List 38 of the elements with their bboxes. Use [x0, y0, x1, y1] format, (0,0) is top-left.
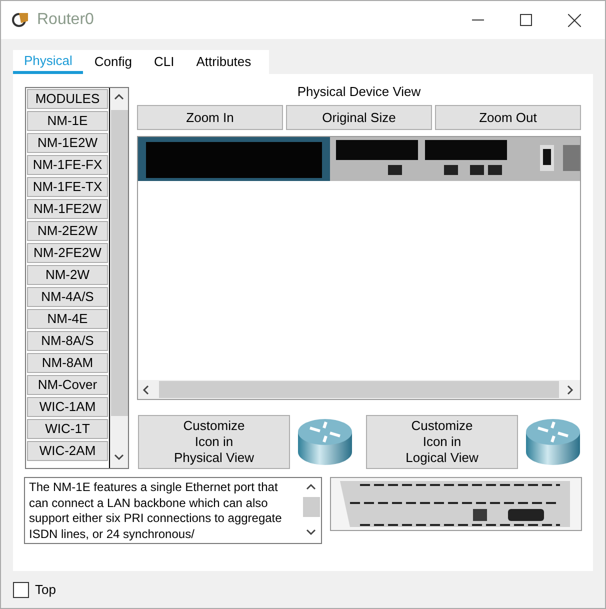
- module-item[interactable]: NM-8A/S: [27, 331, 108, 351]
- module-item[interactable]: NM-1E2W: [27, 133, 108, 153]
- module-item[interactable]: WIC-1T: [27, 419, 108, 439]
- customize-icon-button[interactable]: Customize Icon in Logical View: [366, 415, 518, 469]
- tab[interactable]: Config: [83, 50, 143, 74]
- module-description: The NM-1E features a single Ethernet port that can connect a LAN backbone which can also support either six PRI connections to aggregate ISDN lines, or 24 synchronous/: [28, 479, 283, 542]
- scrollbar-thumb[interactable]: [159, 381, 559, 398]
- checkbox-label: Top: [35, 581, 56, 599]
- customize-icon-button[interactable]: Customize Icon in Physical View: [138, 415, 290, 469]
- device-view-title: Physical Device View: [296, 83, 422, 101]
- zoom-button[interactable]: Original Size: [286, 105, 432, 130]
- module-item[interactable]: NM-Cover: [27, 375, 108, 395]
- module-item[interactable]: NM-2FE2W: [27, 243, 108, 263]
- module-item[interactable]: MODULES: [27, 89, 108, 109]
- module-item[interactable]: NM-2E2W: [27, 221, 108, 241]
- maximize-icon[interactable]: [520, 14, 532, 26]
- module-item[interactable]: NM-1E: [27, 111, 108, 131]
- module-item[interactable]: NM-2W: [27, 265, 108, 285]
- scrollbar-thumb[interactable]: [110, 110, 128, 416]
- module-item[interactable]: WIC-2AM: [27, 441, 108, 461]
- checkbox[interactable]: [13, 582, 29, 598]
- router-icon: [524, 416, 582, 468]
- router-icon: [296, 416, 354, 468]
- window-title: Router0: [37, 10, 94, 30]
- module-item[interactable]: NM-1FE-TX: [27, 177, 108, 197]
- tab[interactable]: CLI: [143, 50, 186, 74]
- tab[interactable]: Attributes: [185, 50, 262, 74]
- zoom-button[interactable]: Zoom In: [137, 105, 283, 130]
- module-item[interactable]: WIC-1AM: [27, 397, 108, 417]
- close-icon[interactable]: [568, 14, 581, 26]
- module-item[interactable]: NM-4E: [27, 309, 108, 329]
- zoom-button[interactable]: Zoom Out: [435, 105, 581, 130]
- scrollbar-thumb[interactable]: [302, 497, 320, 517]
- module-item[interactable]: NM-4A/S: [27, 287, 108, 307]
- module-item[interactable]: NM-8AM: [27, 353, 108, 373]
- app-icon: [11, 10, 31, 30]
- module-item[interactable]: NM-1FE2W: [27, 199, 108, 219]
- module-item[interactable]: NM-1FE-FX: [27, 155, 108, 175]
